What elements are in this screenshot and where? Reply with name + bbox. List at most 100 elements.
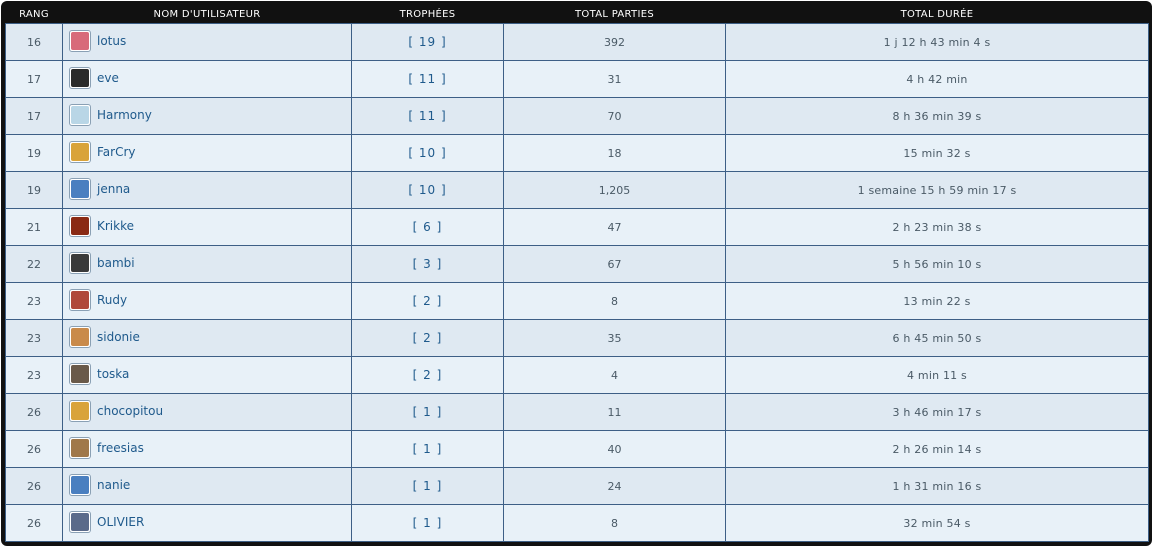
username-cell: Krikke: [62, 208, 352, 246]
total-duration-cell: 15 min 32 s: [725, 134, 1149, 172]
avatar-icon: [71, 476, 89, 494]
username-link[interactable]: Rudy: [97, 293, 127, 307]
rank-cell: 22: [5, 245, 63, 283]
username-cell: sidonie: [62, 319, 352, 357]
total-games-cell: 8: [503, 504, 726, 542]
rank-cell: 26: [5, 467, 63, 505]
avatar-icon: [71, 69, 89, 87]
avatar[interactable]: [69, 400, 91, 422]
avatar[interactable]: [69, 30, 91, 52]
username-link[interactable]: sidonie: [97, 330, 140, 344]
trophies-link[interactable]: [ 10 ]: [351, 134, 504, 172]
avatar[interactable]: [69, 252, 91, 274]
trophies-link[interactable]: [ 10 ]: [351, 171, 504, 209]
avatar-icon: [71, 254, 89, 272]
table-row: 22 bambi [ 3 ] 67 5 h 56 min 10 s: [5, 245, 1149, 283]
rank-cell: 26: [5, 430, 63, 468]
trophies-link[interactable]: [ 11 ]: [351, 97, 504, 135]
avatar-icon: [71, 439, 89, 457]
table-row: 26 chocopitou [ 1 ] 11 3 h 46 min 17 s: [5, 393, 1149, 431]
avatar[interactable]: [69, 141, 91, 163]
username-link[interactable]: FarCry: [97, 145, 136, 159]
rank-cell: 19: [5, 171, 63, 209]
username-link[interactable]: nanie: [97, 478, 130, 492]
total-duration-cell: 4 h 42 min: [725, 60, 1149, 98]
avatar[interactable]: [69, 474, 91, 496]
avatar-icon: [71, 513, 89, 531]
rank-cell: 26: [5, 393, 63, 431]
table-row: 16 lotus [ 19 ] 392 1 j 12 h 43 min 4 s: [5, 23, 1149, 61]
trophies-link[interactable]: [ 2 ]: [351, 319, 504, 357]
header-total-duration[interactable]: TOTAL DURÉE: [725, 6, 1149, 24]
header-trophies[interactable]: TROPHÉES: [351, 6, 504, 24]
avatar[interactable]: [69, 437, 91, 459]
total-games-cell: 11: [503, 393, 726, 431]
username-link[interactable]: freesias: [97, 441, 144, 455]
trophies-link[interactable]: [ 19 ]: [351, 23, 504, 61]
header-row: RANG NOM D'UTILISATEUR TROPHÉES TOTAL PA…: [5, 6, 1149, 24]
trophies-link[interactable]: [ 3 ]: [351, 245, 504, 283]
total-duration-cell: 3 h 46 min 17 s: [725, 393, 1149, 431]
table-row: 26 freesias [ 1 ] 40 2 h 26 min 14 s: [5, 430, 1149, 468]
total-games-cell: 18: [503, 134, 726, 172]
trophies-link[interactable]: [ 1 ]: [351, 430, 504, 468]
header-username[interactable]: NOM D'UTILISATEUR: [62, 6, 352, 24]
username-cell: eve: [62, 60, 352, 98]
rank-cell: 17: [5, 60, 63, 98]
total-duration-cell: 1 h 31 min 16 s: [725, 467, 1149, 505]
avatar[interactable]: [69, 178, 91, 200]
header-total-games[interactable]: TOTAL PARTIES: [503, 6, 726, 24]
trophies-link[interactable]: [ 2 ]: [351, 282, 504, 320]
total-games-cell: 40: [503, 430, 726, 468]
rank-cell: 26: [5, 504, 63, 542]
avatar[interactable]: [69, 511, 91, 533]
table-row: 17 eve [ 11 ] 31 4 h 42 min: [5, 60, 1149, 98]
avatar[interactable]: [69, 326, 91, 348]
total-duration-cell: 2 h 26 min 14 s: [725, 430, 1149, 468]
trophies-link[interactable]: [ 1 ]: [351, 467, 504, 505]
table-row: 23 sidonie [ 2 ] 35 6 h 45 min 50 s: [5, 319, 1149, 357]
username-link[interactable]: toska: [97, 367, 129, 381]
avatar[interactable]: [69, 104, 91, 126]
username-link[interactable]: Krikke: [97, 219, 134, 233]
username-link[interactable]: eve: [97, 71, 119, 85]
avatar-icon: [71, 143, 89, 161]
trophies-link[interactable]: [ 1 ]: [351, 393, 504, 431]
rank-cell: 23: [5, 282, 63, 320]
username-link[interactable]: bambi: [97, 256, 135, 270]
rank-cell: 23: [5, 319, 63, 357]
username-link[interactable]: jenna: [97, 182, 130, 196]
header-rank[interactable]: RANG: [5, 6, 63, 24]
username-cell: nanie: [62, 467, 352, 505]
avatar[interactable]: [69, 215, 91, 237]
avatar[interactable]: [69, 289, 91, 311]
rank-cell: 16: [5, 23, 63, 61]
avatar-icon: [71, 217, 89, 235]
username-link[interactable]: lotus: [97, 34, 126, 48]
total-duration-cell: 13 min 22 s: [725, 282, 1149, 320]
avatar[interactable]: [69, 67, 91, 89]
table-row: 23 toska [ 2 ] 4 4 min 11 s: [5, 356, 1149, 394]
trophies-link[interactable]: [ 2 ]: [351, 356, 504, 394]
trophies-link[interactable]: [ 11 ]: [351, 60, 504, 98]
username-cell: OLIVIER: [62, 504, 352, 542]
username-cell: lotus: [62, 23, 352, 61]
rank-cell: 21: [5, 208, 63, 246]
username-link[interactable]: chocopitou: [97, 404, 163, 418]
total-games-cell: 31: [503, 60, 726, 98]
total-games-cell: 4: [503, 356, 726, 394]
total-duration-cell: 5 h 56 min 10 s: [725, 245, 1149, 283]
avatar-icon: [71, 32, 89, 50]
username-link[interactable]: Harmony: [97, 108, 152, 122]
table-row: 26 OLIVIER [ 1 ] 8 32 min 54 s: [5, 504, 1149, 542]
total-games-cell: 392: [503, 23, 726, 61]
total-games-cell: 8: [503, 282, 726, 320]
username-cell: Rudy: [62, 282, 352, 320]
username-link[interactable]: OLIVIER: [97, 515, 144, 529]
avatar[interactable]: [69, 363, 91, 385]
trophies-link[interactable]: [ 1 ]: [351, 504, 504, 542]
trophies-link[interactable]: [ 6 ]: [351, 208, 504, 246]
username-cell: freesias: [62, 430, 352, 468]
rank-cell: 19: [5, 134, 63, 172]
total-games-cell: 67: [503, 245, 726, 283]
